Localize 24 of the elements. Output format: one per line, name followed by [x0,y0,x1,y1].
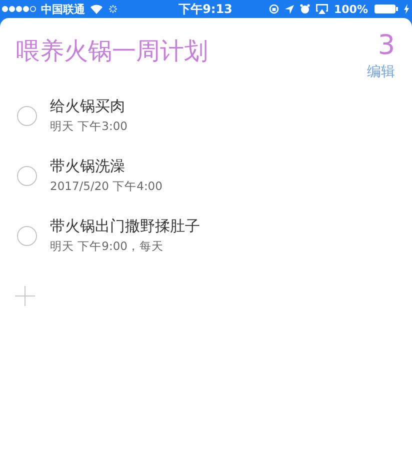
signal-icon [2,6,36,12]
completion-circle[interactable] [17,226,37,246]
reminder-due-date: 明天 下午9:00，每天 [50,239,164,254]
status-time: 下午9:13 [178,0,232,18]
add-icon[interactable] [15,286,35,306]
completion-circle[interactable] [17,166,37,186]
activity-spinner-icon [108,4,118,14]
reminder-title[interactable]: 给火锅买肉 [50,97,128,116]
reminder-due-date: 2017/5/20 下午4:00 [50,179,162,194]
charging-bolt-icon [404,4,409,14]
carrier-name: 中国联通 [41,2,85,16]
location-arrow-icon [285,4,294,14]
battery-icon [374,4,398,14]
reminder-title[interactable]: 带火锅洗澡 [50,157,162,176]
reminder-count: 3 [378,30,395,62]
reminder-due-date: 明天 下午3:00 [50,119,128,134]
airplay-icon [316,4,328,14]
battery-percent: 100% [334,2,368,16]
alarm-clock-icon [300,4,310,14]
list-title: 喂养火锅一周计划 [16,36,208,67]
wifi-icon [90,4,103,14]
reminder-title[interactable]: 带火锅出门撒野揉肚子 [50,217,200,236]
rotation-lock-icon [269,4,279,14]
completion-circle[interactable] [17,106,37,126]
